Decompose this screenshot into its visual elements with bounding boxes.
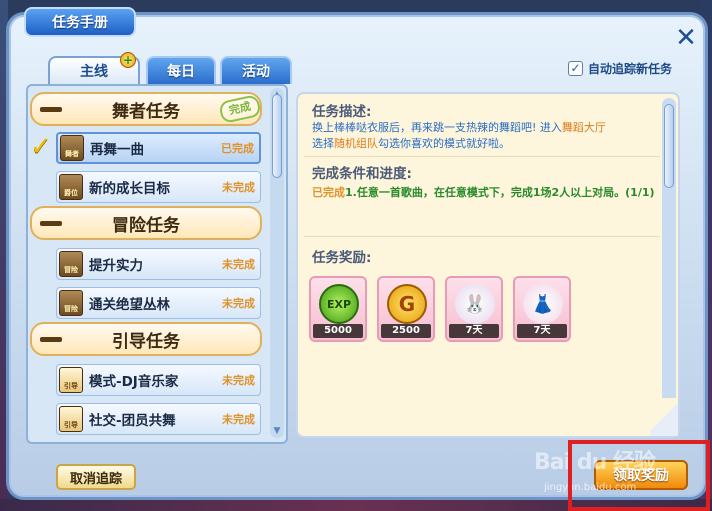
task-description: 换上棒棒哒衣服后，再来跳一支热辣的舞蹈吧! 进入舞蹈大厅 选择随机组队勾选你喜欢…: [312, 120, 662, 152]
tab-main-label: 主线: [80, 64, 108, 80]
exp-icon: EXP: [319, 284, 359, 324]
task-list-scrollbar[interactable]: ▲ ▼: [270, 88, 284, 438]
reward-outfit[interactable]: 👗 7天: [513, 276, 571, 342]
task-conditions: 已完成1.任意一首歌曲，在任意模式下，完成1场2人以上对局。(1/1): [312, 184, 662, 202]
category-label: 引导任务: [112, 331, 180, 352]
task-item[interactable]: 冒险 通关绝望丛林 未完成: [56, 287, 261, 319]
auto-track-checkbox[interactable]: ✓: [568, 60, 583, 76]
scroll-thumb[interactable]: [272, 94, 282, 178]
task-status: 未完成: [222, 181, 255, 194]
scroll-down-icon[interactable]: ▼: [270, 424, 284, 438]
collapse-icon: [40, 336, 62, 342]
task-status: 未完成: [222, 258, 255, 271]
task-status: 已完成: [221, 142, 254, 155]
task-item[interactable]: 引导 模式-DJ音乐家 未完成: [56, 364, 261, 396]
desc-text: 换上棒棒哒衣服后，再来跳一支热辣的舞蹈吧! 进入: [312, 121, 562, 134]
plus-badge-icon: +: [120, 52, 136, 68]
cancel-tracking-button[interactable]: 取消追踪: [56, 464, 136, 490]
auto-track-toggle[interactable]: ✓ 自动追踪新任务: [568, 58, 672, 78]
desc-highlight: 舞蹈大厅: [561, 121, 606, 134]
conditions-heading: 完成条件和进度:: [312, 166, 412, 182]
task-item[interactable]: 爵位 新的成长目标 未完成: [56, 171, 261, 203]
dancer-crown-icon: 舞者: [60, 135, 84, 161]
category-guide[interactable]: 引导任务: [30, 322, 262, 356]
description-heading: 任务描述:: [312, 104, 372, 120]
task-status: 未完成: [222, 374, 255, 387]
task-label: 再舞一曲: [90, 142, 144, 158]
category-label: 舞者任务: [112, 101, 180, 122]
scroll-thumb[interactable]: [664, 104, 674, 188]
reward-count: 7天: [449, 324, 499, 338]
tab-daily[interactable]: 每日: [146, 56, 216, 84]
category-adventure[interactable]: 冒险任务: [30, 206, 262, 240]
reward-bunny-hat[interactable]: 🐰 7天: [445, 276, 503, 342]
adventure-chest-icon: 冒险: [59, 251, 83, 277]
condition-text: 1.任意一首歌曲，在任意模式下，完成1场2人以上对局。(1/1): [345, 186, 655, 199]
reward-gold[interactable]: G 2500: [377, 276, 435, 342]
divider: [304, 236, 660, 237]
desc-text: 选择: [312, 137, 334, 150]
desc-text: 勾选你喜欢的模式就好啦。: [378, 137, 510, 150]
task-label: 模式-DJ音乐家: [89, 374, 179, 390]
reward-count: 5000: [313, 324, 363, 338]
guide-lamp-icon: 引导: [59, 367, 83, 393]
tab-main[interactable]: 主线 +: [48, 52, 140, 84]
task-item[interactable]: 舞者 再舞一曲 已完成: [56, 132, 261, 164]
task-item[interactable]: 引导 社交-团员共舞 未完成: [56, 403, 261, 435]
page-curl-icon: [650, 398, 678, 436]
rewards-heading: 任务奖励:: [312, 250, 372, 266]
close-icon[interactable]: ✕: [672, 24, 700, 52]
task-label: 提升实力: [89, 258, 143, 274]
category-dancer[interactable]: 舞者任务 完成: [30, 92, 262, 126]
collapse-icon: [40, 220, 62, 226]
tab-event[interactable]: 活动: [220, 56, 292, 84]
desc-highlight: 随机组队: [334, 137, 378, 150]
reward-count: 2500: [381, 324, 431, 338]
reward-exp[interactable]: EXP 5000: [309, 276, 367, 342]
task-status: 未完成: [222, 297, 255, 310]
task-label: 社交-团员共舞: [89, 413, 176, 429]
gold-coin-icon: G: [387, 284, 427, 324]
category-label: 冒险任务: [112, 215, 180, 236]
detail-scrollbar[interactable]: [662, 98, 676, 418]
selected-check-icon: ✓: [30, 132, 52, 162]
task-status: 未完成: [222, 413, 255, 426]
task-label: 通关绝望丛林: [89, 297, 170, 313]
collapse-icon: [40, 106, 62, 112]
auto-track-label: 自动追踪新任务: [588, 61, 673, 76]
bunny-hat-icon: 🐰: [455, 284, 495, 324]
window-title: 任务手册: [24, 7, 136, 37]
rank-crown-icon: 爵位: [59, 174, 83, 200]
divider: [304, 156, 660, 157]
red-highlight-box: [568, 440, 710, 511]
condition-status-tag: 已完成: [312, 186, 345, 199]
reward-count: 7天: [517, 324, 567, 338]
task-label: 新的成长目标: [89, 181, 170, 197]
task-item[interactable]: 冒险 提升实力 未完成: [56, 248, 261, 280]
guide-lamp-icon: 引导: [59, 406, 83, 432]
adventure-chest-icon: 冒险: [59, 290, 83, 316]
outfit-icon: 👗: [523, 284, 563, 324]
